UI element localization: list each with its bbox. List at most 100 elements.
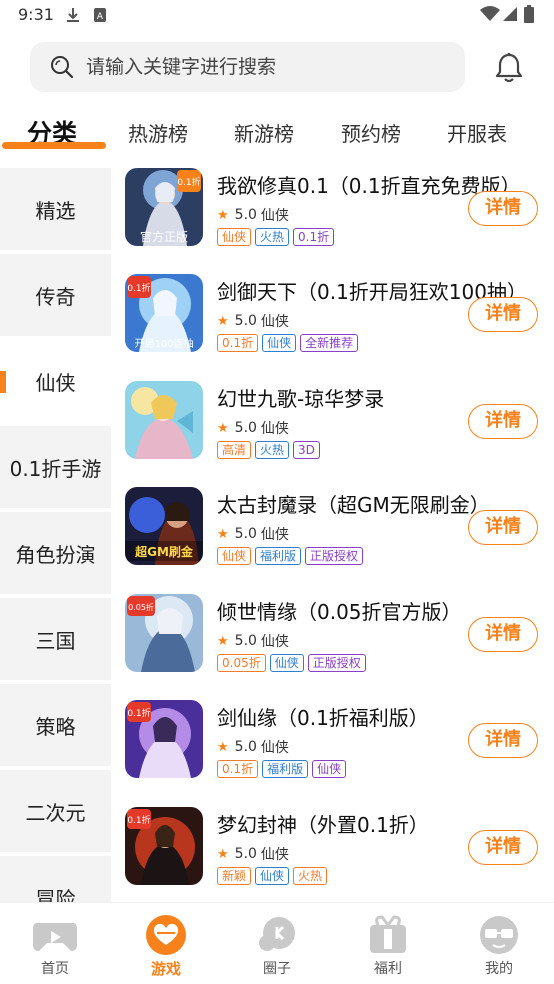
nav-games[interactable]: 游戏 bbox=[111, 903, 221, 984]
thumb-caption: 开局100连抽 bbox=[134, 337, 193, 350]
game-rating: 5.0 bbox=[234, 739, 257, 755]
star-icon: ★ bbox=[217, 313, 229, 329]
bottom-navigation: 首页 游戏 圈子 福利 我的 bbox=[0, 902, 554, 984]
tag: 火热 bbox=[255, 441, 290, 459]
sidebar-item-featured[interactable]: 精选 bbox=[0, 168, 111, 250]
category-sidebar: 精选 传奇 仙侠 0.1折手游 角色扮演 三国 策略 二次元 冒险 bbox=[0, 168, 111, 902]
star-icon: ★ bbox=[217, 846, 229, 862]
tab-server-schedule[interactable]: 开服表 bbox=[447, 118, 507, 147]
sidebar-item-label: 冒险 bbox=[35, 886, 76, 903]
tag: 正版授权 bbox=[305, 547, 364, 565]
sidebar-item-xianxia[interactable]: 仙侠 bbox=[0, 340, 111, 422]
details-button[interactable]: 详情 bbox=[468, 191, 538, 226]
game-genre: 仙侠 bbox=[260, 847, 289, 863]
tag: 福利版 bbox=[255, 547, 302, 565]
game-thumbnail[interactable]: 0.1折 官方正版 bbox=[125, 168, 203, 246]
signal-icon bbox=[502, 6, 518, 26]
status-bar: 9:31 A bbox=[0, 0, 554, 30]
tag: 仙侠 bbox=[312, 760, 347, 778]
thumb-badge: 0.1折 bbox=[127, 814, 150, 826]
sidebar-item-legend[interactable]: 传奇 bbox=[0, 254, 111, 336]
tab-new-ranking[interactable]: 新游榜 bbox=[234, 118, 294, 147]
bell-icon[interactable] bbox=[494, 52, 524, 88]
sidebar-item-discount-games[interactable]: 0.1折手游 bbox=[0, 426, 111, 508]
sidebar-item-label: 仙侠 bbox=[35, 370, 76, 395]
game-item[interactable]: 0.05折 倾世情缘（0.05折官方版） ★ 5.0 仙侠 0.05折 仙侠 正… bbox=[111, 590, 554, 696]
chat-bubble-icon bbox=[255, 915, 299, 955]
details-button[interactable]: 详情 bbox=[468, 617, 538, 652]
game-tags: 新颖 仙侠 火热 bbox=[217, 867, 331, 885]
sidebar-item-strategy[interactable]: 策略 bbox=[0, 684, 111, 766]
profile-face-icon bbox=[477, 915, 521, 955]
search-bar[interactable] bbox=[30, 42, 465, 92]
nav-home[interactable]: 首页 bbox=[0, 903, 110, 984]
tag: 福利版 bbox=[262, 760, 309, 778]
top-tabs: 分类 热游榜 新游榜 预约榜 开服表 bbox=[0, 112, 554, 156]
sidebar-item-label: 三国 bbox=[35, 628, 76, 653]
star-icon: ★ bbox=[217, 739, 229, 755]
tag: 仙侠 bbox=[269, 654, 304, 672]
game-tags: 高清 火热 3D bbox=[217, 441, 324, 459]
game-thumbnail[interactable] bbox=[125, 381, 203, 459]
nav-profile[interactable]: 我的 bbox=[444, 903, 554, 984]
game-rating: 5.0 bbox=[234, 526, 257, 542]
search-input[interactable] bbox=[86, 52, 446, 82]
tag: 全新推荐 bbox=[300, 334, 359, 352]
tag: 仙侠 bbox=[217, 228, 252, 246]
game-rating: 5.0 bbox=[234, 420, 257, 436]
game-item[interactable]: 0.1折 开局100连抽 剑御天下（0.1折开局狂欢100抽） ★ 5.0 仙侠… bbox=[111, 270, 554, 376]
nav-welfare[interactable]: 福利 bbox=[333, 903, 443, 984]
search-icon bbox=[50, 55, 74, 83]
star-icon: ★ bbox=[217, 526, 229, 542]
details-button[interactable]: 详情 bbox=[468, 404, 538, 439]
nav-community[interactable]: 圈子 bbox=[222, 903, 332, 984]
star-icon: ★ bbox=[217, 633, 229, 649]
tag: 火热 bbox=[255, 228, 290, 246]
tag: 新颖 bbox=[217, 867, 252, 885]
sidebar-item-rpg[interactable]: 角色扮演 bbox=[0, 512, 111, 594]
thumb-badge: 0.05折 bbox=[128, 602, 154, 612]
game-thumbnail[interactable]: 0.1折 开局100连抽 bbox=[125, 274, 203, 352]
game-item[interactable]: 0.1折 剑仙缘（0.1折福利版） ★ 5.0 仙侠 0.1折 福利版 仙侠 详… bbox=[111, 696, 554, 802]
sidebar-item-three-kingdoms[interactable]: 三国 bbox=[0, 598, 111, 680]
game-thumbnail[interactable]: 0.1折 bbox=[125, 700, 203, 778]
game-item[interactable]: 幻世九歌-琼华梦录 ★ 5.0 仙侠 高清 火热 3D 详情 bbox=[111, 377, 554, 483]
gamepad-icon bbox=[33, 915, 77, 955]
game-thumbnail[interactable]: 0.05折 bbox=[125, 594, 203, 672]
nav-label: 福利 bbox=[374, 961, 402, 977]
game-item[interactable]: 0.1折 梦幻封神（外置0.1折） ★ 5.0 仙侠 新颖 仙侠 火热 详情 bbox=[111, 803, 554, 902]
active-indicator bbox=[0, 371, 6, 393]
details-button[interactable]: 详情 bbox=[468, 723, 538, 758]
game-meta: ★ 5.0 仙侠 bbox=[217, 844, 289, 864]
game-meta: ★ 5.0 仙侠 bbox=[217, 418, 289, 438]
game-meta: ★ 5.0 仙侠 bbox=[217, 524, 289, 544]
game-thumbnail[interactable]: 超GM刷金 bbox=[125, 487, 203, 565]
sidebar-item-label: 0.1折手游 bbox=[9, 456, 102, 481]
thumb-caption: 官方正版 bbox=[140, 229, 188, 244]
tab-reservation-ranking[interactable]: 预约榜 bbox=[341, 118, 401, 147]
game-heart-icon bbox=[144, 915, 188, 955]
game-rating: 5.0 bbox=[234, 313, 257, 329]
game-item[interactable]: 超GM刷金 太古封魔录（超GM无限刷金） ★ 5.0 仙侠 仙侠 福利版 正版授… bbox=[111, 483, 554, 589]
sidebar-item-anime[interactable]: 二次元 bbox=[0, 770, 111, 852]
details-button[interactable]: 详情 bbox=[468, 297, 538, 332]
game-genre: 仙侠 bbox=[260, 527, 289, 543]
tag: 仙侠 bbox=[255, 867, 290, 885]
game-rating: 5.0 bbox=[234, 207, 257, 223]
game-thumbnail[interactable]: 0.1折 bbox=[125, 807, 203, 885]
game-meta: ★ 5.0 仙侠 bbox=[217, 205, 289, 225]
thumb-badge: 0.1折 bbox=[127, 707, 150, 719]
tag: 3D bbox=[293, 441, 320, 459]
game-item[interactable]: 0.1折 官方正版 我欲修真0.1（0.1折直充免费版） ★ 5.0 仙侠 仙侠… bbox=[111, 164, 554, 270]
game-genre: 仙侠 bbox=[260, 421, 289, 437]
tag: 高清 bbox=[217, 441, 252, 459]
game-genre: 仙侠 bbox=[260, 314, 289, 330]
details-button[interactable]: 详情 bbox=[468, 830, 538, 865]
tab-hot-ranking[interactable]: 热游榜 bbox=[128, 118, 188, 147]
app-notification-icon: A bbox=[93, 7, 107, 27]
sidebar-item-label: 二次元 bbox=[25, 800, 86, 825]
game-meta: ★ 5.0 仙侠 bbox=[217, 631, 289, 651]
details-button[interactable]: 详情 bbox=[468, 510, 538, 545]
star-icon: ★ bbox=[217, 420, 229, 436]
sidebar-item-adventure[interactable]: 冒险 bbox=[0, 856, 111, 902]
